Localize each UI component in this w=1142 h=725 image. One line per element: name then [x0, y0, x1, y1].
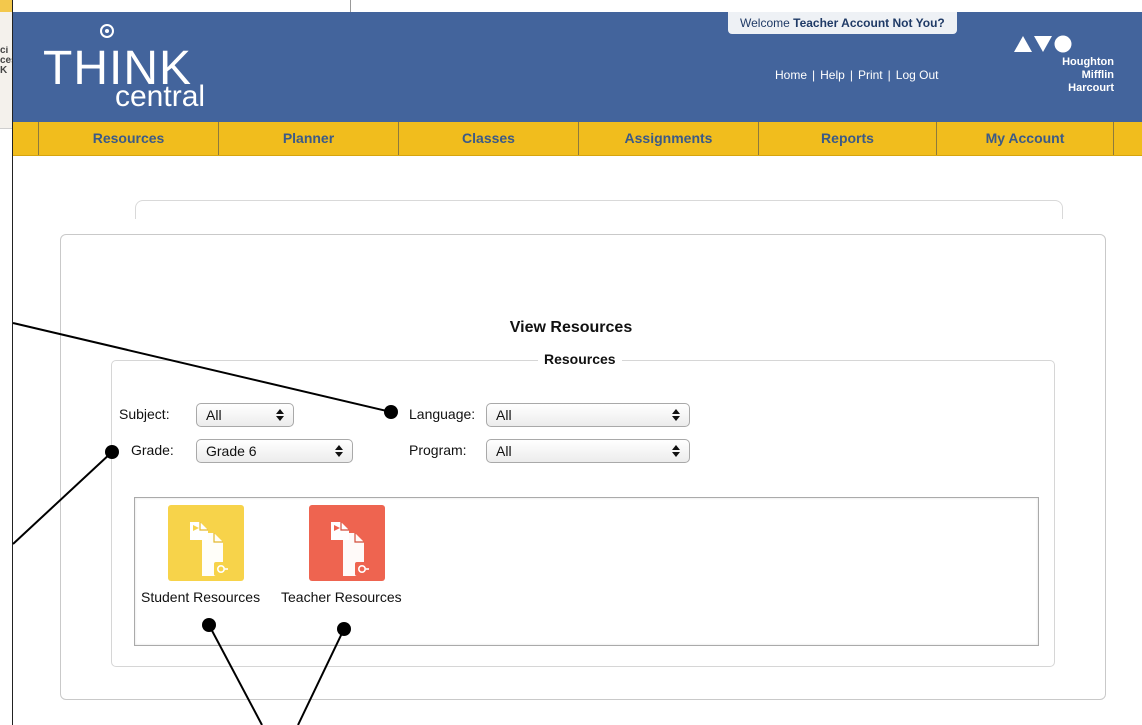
callout-line-language [12, 322, 392, 413]
callout-dot-grade [105, 445, 119, 459]
callout-line-teacher [297, 628, 345, 725]
callout-line-student [208, 624, 263, 725]
callout-line-grade [12, 451, 113, 545]
callout-dot-teacher [337, 622, 351, 636]
callout-dot-language [384, 405, 398, 419]
callout-dot-student [202, 618, 216, 632]
annotation-callouts [12, 322, 398, 725]
